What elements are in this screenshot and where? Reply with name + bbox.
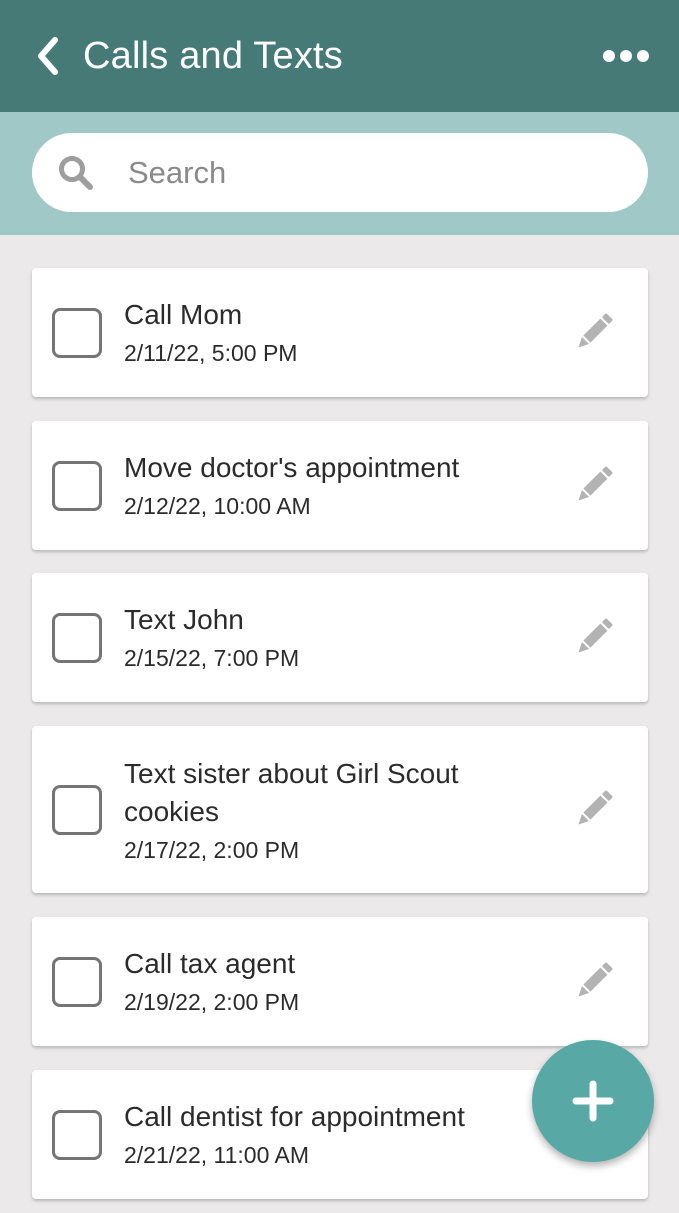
task-checkbox[interactable]	[52, 1110, 102, 1160]
task-datetime: 2/12/22, 10:00 AM	[124, 493, 311, 519]
task-card[interactable]: Call Mom 2/11/22, 5:00 PM	[32, 268, 648, 397]
task-card[interactable]: Text sister about Girl Scout cookies 2/1…	[32, 726, 648, 893]
task-title: Text sister about Girl Scout cookies	[124, 758, 459, 827]
task-checkbox[interactable]	[52, 461, 102, 511]
app-screen: Calls and Texts Call Mom 2/11/22, 5:00 P…	[0, 0, 679, 1213]
search-bar-area	[0, 112, 679, 235]
task-title: Text John	[124, 604, 244, 635]
more-options-button[interactable]	[596, 36, 656, 76]
task-checkbox[interactable]	[52, 308, 102, 358]
back-button[interactable]	[26, 28, 70, 84]
task-card[interactable]: Call tax agent 2/19/22, 2:00 PM	[32, 917, 648, 1046]
task-text: Call dentist for appointment 2/21/22, 11…	[124, 1098, 544, 1171]
more-horizontal-icon	[603, 50, 615, 62]
edit-button[interactable]	[568, 783, 620, 835]
task-checkbox[interactable]	[52, 785, 102, 835]
task-checkbox[interactable]	[52, 613, 102, 663]
task-datetime: 2/19/22, 2:00 PM	[124, 989, 300, 1015]
edit-button[interactable]	[568, 306, 620, 358]
task-title: Move doctor's appointment	[124, 452, 460, 483]
task-text: Move doctor's appointment 2/12/22, 10:00…	[124, 449, 544, 522]
pencil-icon	[578, 466, 613, 501]
top-app-bar: Calls and Texts	[0, 0, 679, 112]
search-icon	[59, 156, 93, 190]
task-card[interactable]: Move doctor's appointment 2/12/22, 10:00…	[32, 421, 648, 550]
task-datetime: 2/17/22, 2:00 PM	[124, 837, 300, 863]
task-title: Call Mom	[124, 299, 243, 330]
task-text: Call Mom 2/11/22, 5:00 PM	[124, 296, 544, 369]
task-text: Text sister about Girl Scout cookies 2/1…	[124, 755, 544, 866]
edit-button[interactable]	[568, 459, 620, 511]
task-title: Call tax agent	[124, 948, 296, 979]
search-input[interactable]	[128, 145, 618, 201]
edit-button[interactable]	[568, 611, 620, 663]
pencil-icon	[578, 790, 613, 825]
page-title: Calls and Texts	[83, 35, 343, 77]
add-task-button[interactable]	[532, 1040, 654, 1162]
task-datetime: 2/21/22, 11:00 AM	[124, 1142, 309, 1168]
task-datetime: 2/15/22, 7:00 PM	[124, 645, 300, 671]
task-text: Text John 2/15/22, 7:00 PM	[124, 601, 544, 674]
edit-button[interactable]	[568, 955, 620, 1007]
task-text: Call tax agent 2/19/22, 2:00 PM	[124, 945, 544, 1018]
chevron-left-icon	[38, 37, 58, 75]
task-datetime: 2/11/22, 5:00 PM	[124, 340, 298, 366]
pencil-icon	[578, 962, 613, 997]
pencil-icon	[578, 313, 613, 348]
task-title: Call dentist for appointment	[124, 1101, 465, 1132]
search-box[interactable]	[32, 133, 648, 212]
task-card[interactable]: Text John 2/15/22, 7:00 PM	[32, 573, 648, 702]
task-checkbox[interactable]	[52, 957, 102, 1007]
pencil-icon	[578, 618, 613, 653]
plus-icon	[572, 1080, 614, 1122]
